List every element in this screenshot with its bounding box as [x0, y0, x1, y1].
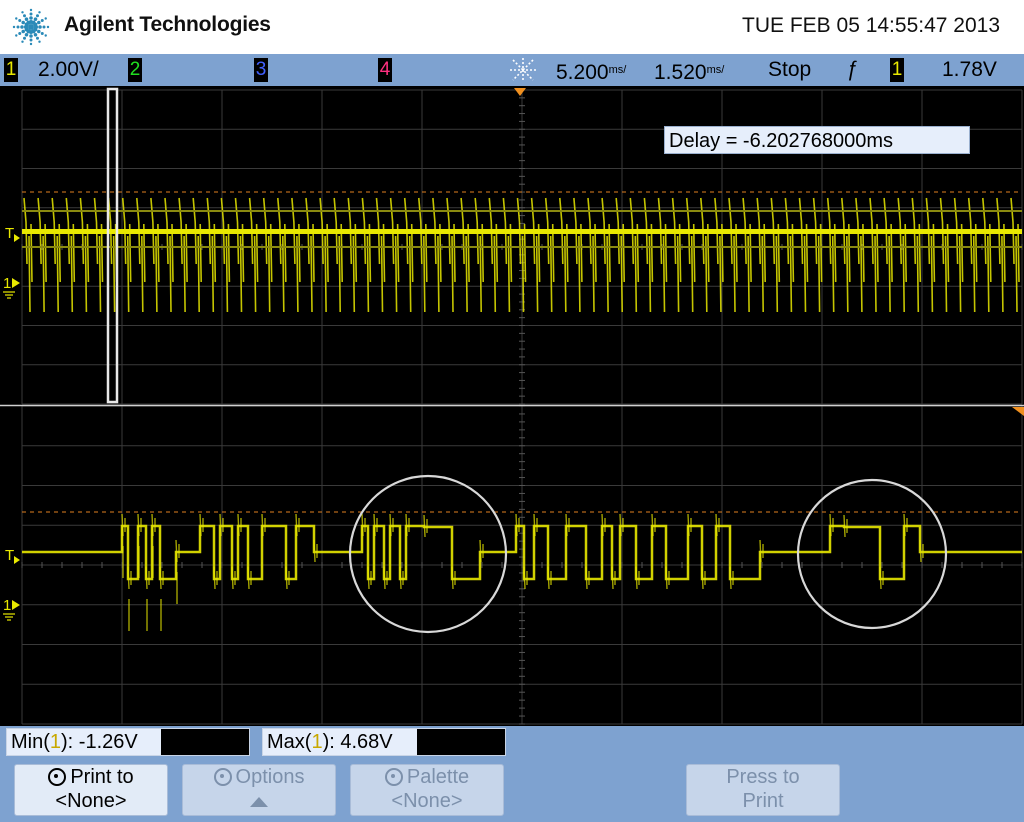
entry-knob-icon: [48, 768, 67, 786]
channel-3-button[interactable]: 3: [254, 58, 268, 82]
measurement-bar: Min(1): -1.26V Max(1): 4.68V: [0, 726, 1024, 758]
date-time: TUE FEB 05 14:55:47 2013: [742, 14, 1000, 37]
delay-readout: Delay = -6.202768000ms: [664, 126, 970, 154]
trigger-position-marker-main: [514, 88, 526, 96]
channel-1-scale[interactable]: 2.00V/: [38, 58, 99, 82]
agilent-spark-logo-icon: [12, 8, 50, 46]
trigger-level-marker-zoom: T: [5, 547, 20, 564]
annotation-circle: [796, 478, 948, 630]
max-measurement[interactable]: Max(1): 4.68V: [262, 728, 506, 756]
status-bar: 1 2.00V/ 2 3 4 5.200ms/ 1.520ms/ Stop ƒ …: [0, 54, 1024, 86]
waveform-canvas[interactable]: T 1 T 1: [0, 86, 1024, 726]
run-state[interactable]: Stop: [768, 58, 811, 82]
press-to-print-softkey[interactable]: Press to Print: [686, 764, 840, 816]
trigger-level-marker-text: T: [5, 225, 14, 242]
ground-marker-main: 1: [3, 275, 20, 299]
channel-1-button[interactable]: 1: [4, 58, 18, 82]
trigger-level-marker-text: T: [5, 547, 14, 564]
channel-2-button[interactable]: 2: [128, 58, 142, 82]
entry-knob-icon: [384, 768, 403, 786]
time-reference-icon: [510, 58, 536, 82]
channel-4-button[interactable]: 4: [378, 58, 392, 82]
brand-name: Agilent Technologies: [64, 13, 271, 36]
min-measurement[interactable]: Min(1): -1.26V: [6, 728, 250, 756]
channel-1-ground-marker-text: 1: [3, 275, 11, 292]
entry-knob-icon: [213, 768, 232, 786]
waveform-display[interactable]: T 1 T 1 Delay = -6.202768000ms: [0, 86, 1024, 726]
timebase-main[interactable]: 5.200ms/: [556, 58, 626, 85]
softkey-bar: Print to <None> Options Palette <None> P…: [0, 758, 1024, 822]
timebase-zoom[interactable]: 1.520ms/: [654, 58, 724, 85]
ground-marker-zoom: 1: [3, 597, 20, 621]
trigger-source[interactable]: 1: [890, 58, 904, 82]
palette-softkey[interactable]: Palette <None>: [350, 764, 504, 816]
trigger-level[interactable]: 1.78V: [942, 58, 997, 82]
title-bar: Agilent Technologies TUE FEB 05 14:55:47…: [0, 0, 1024, 54]
rising-edge-trigger-icon: ƒ: [846, 58, 858, 81]
zoom-graticule: [21, 405, 1023, 725]
print-to-softkey[interactable]: Print to <None>: [14, 764, 168, 816]
trigger-level-marker-main: T: [5, 225, 20, 242]
up-arrow-icon: [250, 796, 268, 807]
channel-1-ground-marker-text: 1: [3, 597, 11, 614]
trigger-position-marker-zoom: [1012, 407, 1024, 416]
options-softkey[interactable]: Options: [182, 764, 336, 816]
